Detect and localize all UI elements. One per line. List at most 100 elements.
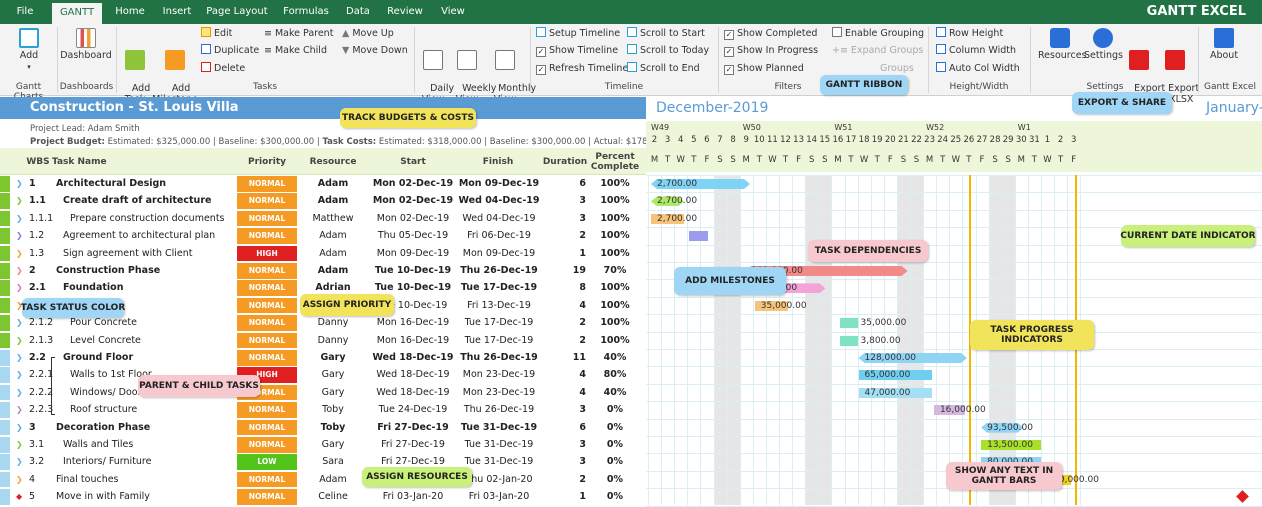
percent-complete-cell[interactable]: 100% [590, 192, 640, 210]
finish-date-cell[interactable]: Tue 17-Dec-19 [458, 279, 540, 297]
start-date-cell[interactable]: Fri 03-Jan-20 [370, 488, 456, 506]
percent-complete-cell[interactable]: 40% [590, 349, 640, 367]
show-timeline-checkbox[interactable]: ✓ Show Timeline [536, 44, 618, 58]
duration-cell[interactable]: 4 [540, 384, 586, 402]
milestone-diamond-icon[interactable] [1236, 490, 1249, 504]
start-date-cell[interactable]: Mon 02-Dec-19 [370, 192, 456, 210]
priority-badge[interactable]: NORMAL [237, 471, 297, 488]
start-date-cell[interactable]: Tue 10-Dec-19 [370, 262, 456, 280]
tab-home[interactable]: Home [110, 0, 150, 24]
start-date-cell[interactable]: Mon 02-Dec-19 [370, 210, 456, 228]
start-date-cell[interactable]: Mon 16-Dec-19 [370, 332, 456, 350]
duration-cell[interactable]: 3 [540, 401, 586, 419]
task-name-cell[interactable]: Walls and Tiles [63, 436, 234, 454]
finish-date-cell[interactable]: Thu 26-Dec-19 [458, 349, 540, 367]
task-name-cell[interactable]: Sign agreement with Client [63, 245, 234, 263]
column-header-priority[interactable]: Priority [237, 148, 297, 175]
resource-cell[interactable]: Adam [300, 175, 366, 193]
duration-cell[interactable]: 1 [540, 488, 586, 506]
task-name-cell[interactable]: Foundation [63, 279, 234, 297]
show-planned-checkbox[interactable]: ✓ Show Planned [724, 62, 804, 76]
duration-cell[interactable]: 2 [540, 471, 586, 489]
tab-file[interactable]: File [8, 0, 42, 24]
finish-date-cell[interactable]: Tue 31-Dec-19 [458, 436, 540, 454]
priority-badge[interactable]: NORMAL [237, 332, 297, 349]
percent-complete-cell[interactable]: 40% [590, 384, 640, 402]
percent-complete-cell[interactable]: 0% [590, 401, 640, 419]
duration-cell[interactable]: 8 [540, 279, 586, 297]
task-name-cell[interactable]: Interiors/ Furniture [63, 453, 234, 471]
resource-cell[interactable]: Danny [300, 332, 366, 350]
resources-button[interactable]: Resources [1038, 28, 1087, 61]
priority-badge[interactable]: NORMAL [237, 193, 297, 209]
task-name-cell[interactable]: Decoration Phase [56, 419, 234, 437]
percent-complete-cell[interactable]: 100% [590, 332, 640, 350]
finish-date-cell[interactable]: Fri 03-Jan-20 [458, 488, 540, 506]
duration-cell[interactable]: 4 [540, 297, 586, 315]
row-height-button[interactable]: Row Height [936, 27, 1003, 41]
task-name-cell[interactable]: Roof structure [70, 401, 234, 419]
show-completed-checkbox[interactable]: ✓ Show Completed [724, 27, 817, 41]
table-row[interactable]: ❯ 2.2.2 Windows/ Doors NORMAL Gary Wed 18-Dec… [0, 384, 646, 402]
duration-cell[interactable]: 1 [540, 245, 586, 263]
tab-insert[interactable]: Insert [158, 0, 196, 24]
duration-cell[interactable]: 2 [540, 332, 586, 350]
finish-date-cell[interactable]: Wed 04-Dec-19 [458, 210, 540, 228]
finish-date-cell[interactable]: Fri 13-Dec-19 [458, 297, 540, 315]
start-date-cell[interactable]: Wed 18-Dec-19 [370, 349, 456, 367]
move-down-button[interactable]: ▼ Move Down [342, 44, 408, 58]
gantt-bar[interactable] [688, 231, 708, 242]
column-header-duration[interactable]: Duration [540, 148, 590, 175]
percent-complete-cell[interactable]: 0% [590, 436, 640, 454]
priority-badge[interactable]: NORMAL [237, 228, 297, 244]
gantt-bar[interactable] [839, 318, 859, 329]
make-child-button[interactable]: ≡ Make Child [264, 44, 327, 58]
priority-badge[interactable]: HIGH [237, 245, 297, 262]
resource-cell[interactable]: Gary [300, 366, 366, 384]
table-row[interactable]: ◆ 5 Move in with Family NORMAL Celine Fri 03-… [0, 488, 646, 506]
finish-date-cell[interactable]: Fri 06-Dec-19 [458, 227, 540, 245]
percent-complete-cell[interactable]: 100% [590, 245, 640, 263]
start-date-cell[interactable]: Wed 18-Dec-19 [370, 384, 456, 402]
gantt-bar[interactable] [839, 335, 859, 346]
percent-complete-cell[interactable]: 0% [590, 488, 640, 506]
percent-complete-cell[interactable]: 100% [590, 279, 640, 297]
about-button[interactable]: About [1206, 28, 1242, 61]
task-name-cell[interactable]: Agreement to architectural plan [63, 227, 234, 245]
table-row[interactable]: ❯ 2.2.1 Walls to 1st Floor HIGH Gary Wed 18-D… [0, 366, 646, 384]
resource-cell[interactable]: Toby [300, 419, 366, 437]
column-width-button[interactable]: Column Width [936, 44, 1016, 58]
duration-cell[interactable]: 19 [540, 262, 586, 280]
table-row[interactable]: ❯ 2.2 Ground Floor NORMAL Gary Wed 18-Dec-19 T… [0, 349, 646, 367]
move-up-button[interactable]: ▲ Move Up [342, 27, 394, 41]
finish-date-cell[interactable]: Thu 26-Dec-19 [458, 262, 540, 280]
percent-complete-cell[interactable]: 100% [590, 297, 640, 315]
add-gantt-button[interactable]: Add ▾ [12, 28, 46, 73]
duration-cell[interactable]: 11 [540, 349, 586, 367]
task-name-cell[interactable]: Final touches [56, 471, 234, 489]
scroll-start-button[interactable]: Scroll to Start [627, 27, 705, 41]
column-header-percent[interactable]: Percent Complete [590, 148, 640, 175]
finish-date-cell[interactable]: Mon 23-Dec-19 [458, 384, 540, 402]
finish-date-cell[interactable]: Mon 23-Dec-19 [458, 366, 540, 384]
enable-grouping-checkbox[interactable]: Enable Grouping [832, 27, 924, 41]
table-row[interactable]: ❯ 3 Decoration Phase NORMAL Toby Fri 27-Dec-1… [0, 419, 646, 437]
percent-complete-cell[interactable]: 0% [590, 453, 640, 471]
percent-complete-cell[interactable]: 70% [590, 262, 640, 280]
delete-button[interactable]: Delete [201, 62, 245, 76]
column-header-finish[interactable]: Finish [458, 148, 538, 175]
resource-cell[interactable]: Celine [300, 488, 366, 506]
resource-cell[interactable]: Danny [300, 314, 366, 332]
make-parent-button[interactable]: ≡ Make Parent [264, 27, 333, 41]
priority-badge[interactable]: NORMAL [237, 489, 297, 505]
percent-complete-cell[interactable]: 100% [590, 227, 640, 245]
table-row[interactable]: ❯ 2.1.3 Level Concrete NORMAL Danny Mon 16-De… [0, 332, 646, 350]
finish-date-cell[interactable]: Wed 04-Dec-19 [458, 192, 540, 210]
duration-cell[interactable]: 2 [540, 227, 586, 245]
priority-badge[interactable]: NORMAL [237, 280, 297, 296]
percent-complete-cell[interactable]: 0% [590, 471, 640, 489]
resource-cell[interactable]: Sara [300, 453, 366, 471]
table-row[interactable]: ❯ 2 Construction Phase NORMAL Adam Tue 10-Dec… [0, 262, 646, 280]
task-name-cell[interactable]: Architectural Design [56, 175, 234, 193]
duration-cell[interactable]: 3 [540, 192, 586, 210]
